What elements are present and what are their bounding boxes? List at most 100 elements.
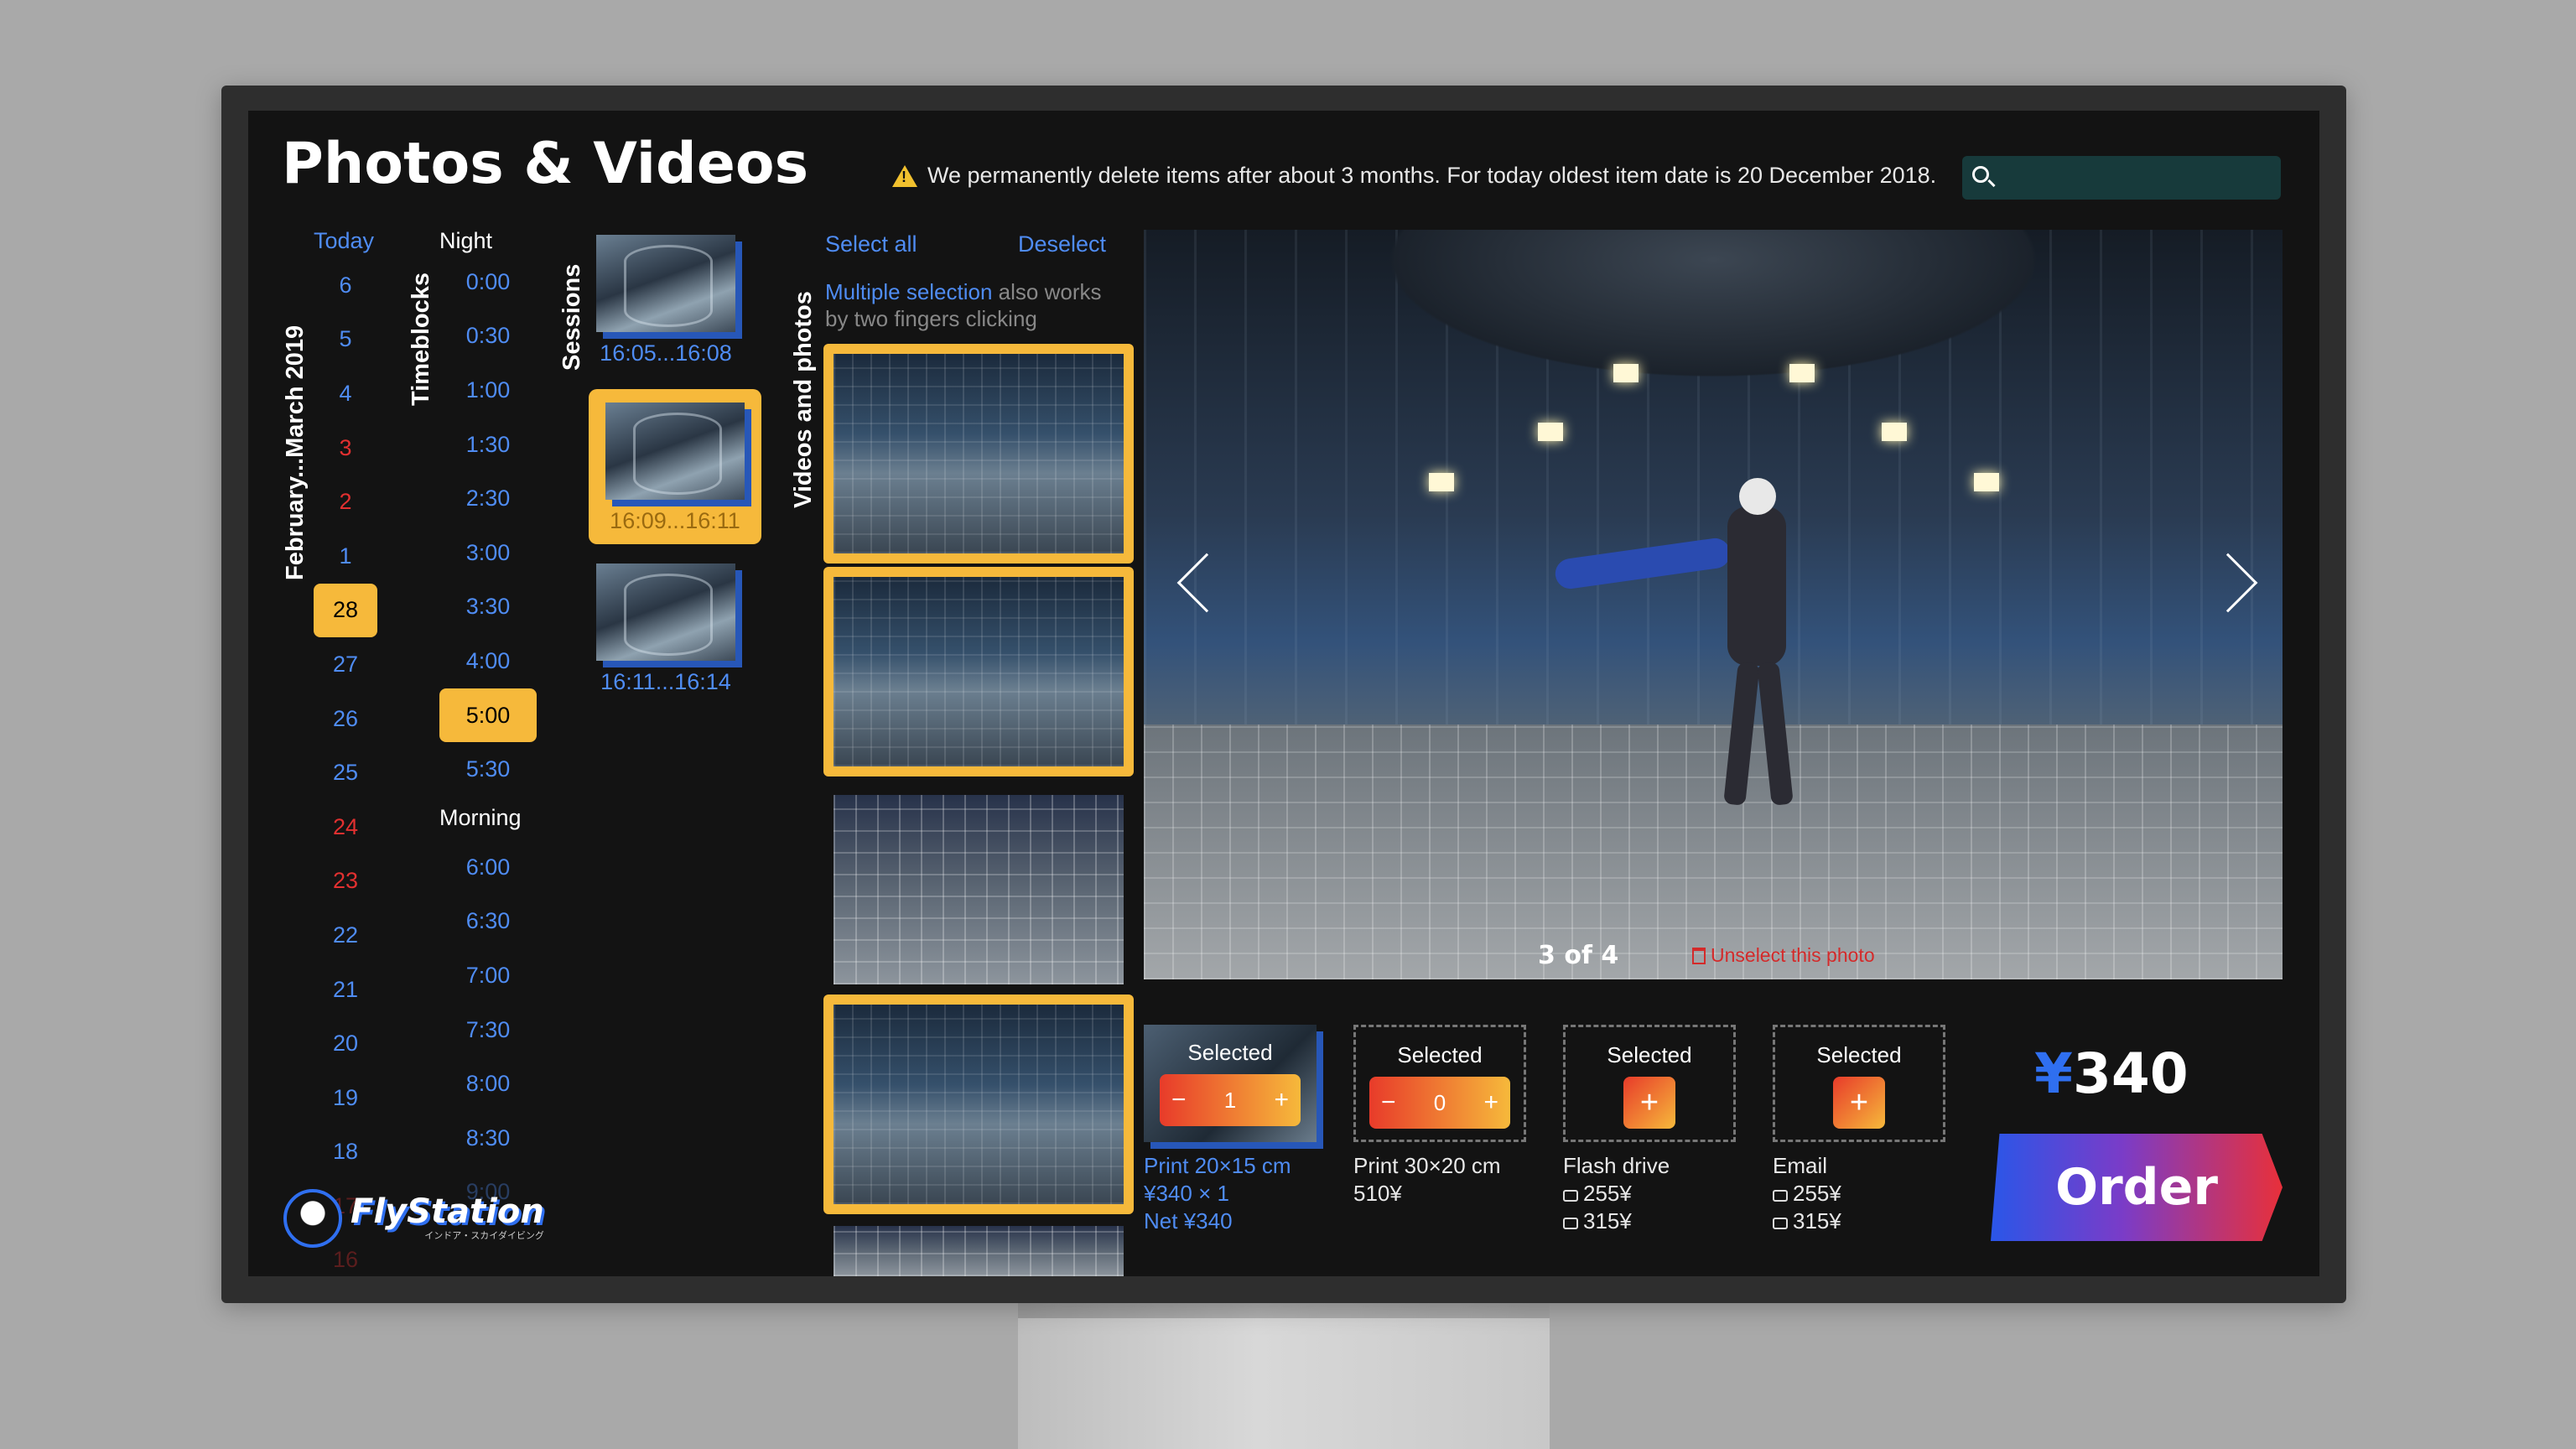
next-photo-arrow[interactable] xyxy=(2198,553,2258,613)
photo-thumbnail-5[interactable] xyxy=(823,1216,1134,1276)
photo-image xyxy=(834,795,1124,984)
today-link[interactable]: Today xyxy=(314,228,374,254)
session-thumbnail xyxy=(605,402,745,500)
photo-image xyxy=(834,1005,1124,1204)
camera-icon xyxy=(1773,1190,1788,1202)
photo-image xyxy=(834,354,1124,553)
retention-notice: We permanently delete items after about … xyxy=(892,163,1936,189)
minus-button[interactable]: − xyxy=(1381,1088,1396,1117)
session-item[interactable]: 16:05...16:08 xyxy=(590,235,741,366)
date-item[interactable]: 19 xyxy=(314,1071,377,1125)
photo-thumbnail-4[interactable] xyxy=(823,995,1134,1214)
timeblock-item[interactable]: 1:30 xyxy=(439,418,537,472)
timeblock-item[interactable]: 3:00 xyxy=(439,526,537,580)
timeblock-item[interactable]: 0:30 xyxy=(439,309,537,364)
product-price-line: 510¥ xyxy=(1353,1181,1402,1206)
session-item[interactable]: 16:09...16:11 xyxy=(589,389,761,544)
session-item[interactable]: 16:11...16:14 xyxy=(590,564,741,695)
skydiver-icon xyxy=(283,1189,342,1248)
date-item[interactable]: 25 xyxy=(314,745,377,800)
timeblock-item[interactable]: 4:00 xyxy=(439,634,537,688)
date-item[interactable]: 5 xyxy=(314,313,377,367)
product-info: Print 20×15 cm ¥340 × 1 Net ¥340 xyxy=(1144,1152,1317,1235)
selected-label: Selected xyxy=(1816,1042,1902,1067)
date-item[interactable]: 26 xyxy=(314,692,377,746)
timeblock-item[interactable]: 6:00 xyxy=(439,840,537,895)
ceiling-light xyxy=(1613,364,1639,382)
timeblock-item[interactable]: 8:30 xyxy=(439,1111,537,1166)
add-button[interactable]: + xyxy=(1623,1077,1675,1129)
timeblock-item[interactable]: 7:00 xyxy=(439,948,537,1003)
selected-label: Selected xyxy=(1607,1042,1692,1067)
timeblock-list: Night 0:00 0:30 1:00 1:30 2:30 3:00 3:30 4:00 5:0… xyxy=(439,226,537,1219)
product-tile[interactable]: Selected − 1 + xyxy=(1144,1025,1317,1142)
select-all-link[interactable]: Select all xyxy=(825,231,917,257)
product-print-20x15: Selected − 1 + Print 20×15 cm ¥340 × 1 N… xyxy=(1144,1025,1317,1235)
timeblock-item[interactable]: 6:30 xyxy=(439,895,537,949)
search-icon xyxy=(1972,166,1989,183)
previous-photo-arrow[interactable] xyxy=(1176,553,1237,613)
quantity-value: 0 xyxy=(1433,1089,1446,1115)
date-item[interactable]: 24 xyxy=(314,800,377,854)
selected-label: Selected xyxy=(1187,1040,1273,1065)
product-info: Flash drive 255¥ 315¥ xyxy=(1563,1152,1736,1235)
date-item[interactable]: 22 xyxy=(314,908,377,963)
search-input[interactable] xyxy=(1962,156,2281,200)
timeblock-item[interactable]: 3:30 xyxy=(439,580,537,635)
photo-viewer[interactable]: 3 of 4 Unselect this photo xyxy=(1144,230,2283,979)
minus-button[interactable]: − xyxy=(1171,1086,1187,1114)
photo-thumbnail-2[interactable] xyxy=(823,567,1134,776)
warning-icon xyxy=(892,164,917,187)
date-item[interactable]: 4 xyxy=(314,366,377,421)
timeblock-item[interactable]: 5:30 xyxy=(439,742,537,797)
unselect-photo-button[interactable]: Unselect this photo xyxy=(1692,944,1875,967)
date-item[interactable]: 6 xyxy=(314,258,377,313)
product-print-30x20: Selected − 0 + Print 30×20 cm 510¥ xyxy=(1353,1025,1526,1208)
timeblock-item[interactable]: 0:00 xyxy=(439,255,537,309)
date-item[interactable]: 2 xyxy=(314,475,377,529)
photo-thumbnail-1[interactable] xyxy=(823,344,1134,564)
date-item[interactable]: 23 xyxy=(314,854,377,909)
unselect-photo-label: Unselect this photo xyxy=(1711,944,1875,966)
plus-button[interactable]: + xyxy=(1483,1088,1498,1117)
photo-thumbnail-3[interactable] xyxy=(823,785,1134,995)
session-thumbnail xyxy=(596,235,735,332)
video-price: 315¥ xyxy=(1583,1208,1632,1233)
timeblock-item[interactable]: 2:30 xyxy=(439,471,537,526)
timeblock-item[interactable]: 5:00 xyxy=(439,688,537,743)
date-item[interactable]: 20 xyxy=(314,1016,377,1071)
dates-heading: February...March 2019 xyxy=(282,325,309,580)
session-time: 16:09...16:11 xyxy=(610,508,740,533)
product-tile[interactable]: Selected − 0 + xyxy=(1353,1025,1526,1142)
date-item[interactable]: 28 xyxy=(314,583,377,638)
quantity-stepper: − 1 + xyxy=(1160,1074,1301,1126)
date-item[interactable]: 3 xyxy=(314,421,377,475)
monitor-stand xyxy=(1018,1303,1550,1449)
camera-icon xyxy=(1563,1190,1578,1202)
timeblock-item[interactable]: 7:30 xyxy=(439,1003,537,1057)
timeblock-item[interactable]: 8:00 xyxy=(439,1057,537,1111)
photo-price: 255¥ xyxy=(1583,1181,1632,1206)
selected-label: Selected xyxy=(1397,1042,1483,1067)
photo-price: 255¥ xyxy=(1793,1181,1841,1206)
date-item[interactable]: 1 xyxy=(314,529,377,584)
product-tile[interactable]: Selected + xyxy=(1773,1025,1945,1142)
instructor-figure xyxy=(1727,506,1786,666)
product-tile[interactable]: Selected + xyxy=(1563,1025,1736,1142)
deselect-link[interactable]: Deselect xyxy=(1018,231,1106,257)
product-info: Print 30×20 cm 510¥ xyxy=(1353,1152,1526,1208)
date-item[interactable]: 18 xyxy=(314,1125,377,1180)
add-button[interactable]: + xyxy=(1833,1077,1885,1129)
date-item[interactable]: 21 xyxy=(314,963,377,1017)
order-button[interactable]: Order xyxy=(1991,1134,2283,1241)
multi-selection-highlight: Multiple selection xyxy=(825,279,993,304)
page-title: Photos & Videos xyxy=(282,131,809,197)
ceiling-light xyxy=(1538,423,1563,441)
sessions-heading: Sessions xyxy=(558,263,585,371)
plus-button[interactable]: + xyxy=(1274,1086,1289,1114)
timeblock-item[interactable]: 1:00 xyxy=(439,363,537,418)
total-amount: 340 xyxy=(2072,1041,2189,1106)
date-item[interactable]: 27 xyxy=(314,637,377,692)
photo-image xyxy=(834,577,1124,766)
timeblocks-heading: Timeblocks xyxy=(408,272,434,406)
